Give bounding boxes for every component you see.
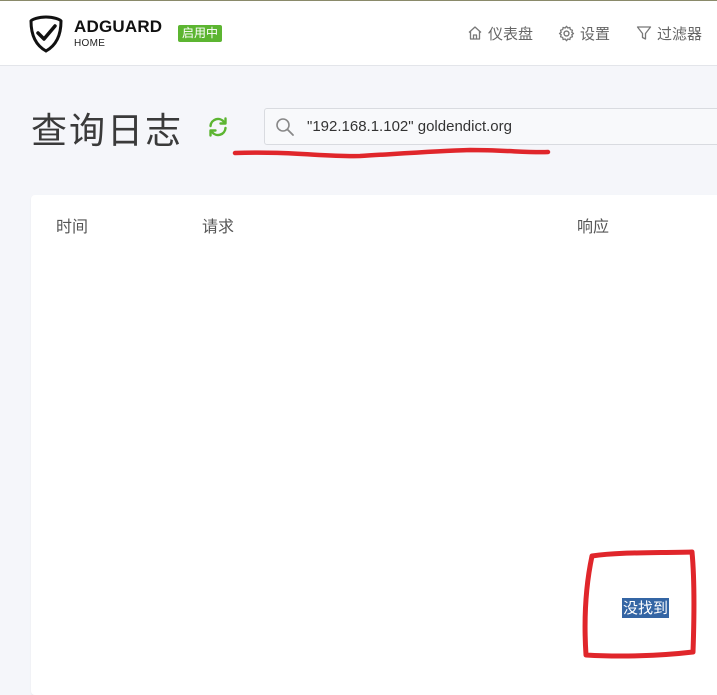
search-input[interactable] (307, 109, 707, 144)
refresh-icon[interactable] (206, 115, 230, 139)
nav-settings[interactable]: 设置 (558, 22, 610, 44)
nav-dashboard-label: 仪表盘 (488, 24, 534, 43)
annotation-box (582, 549, 697, 659)
column-header-response[interactable]: 响应 (577, 213, 609, 237)
brand-subtitle: HOME (74, 38, 106, 49)
nav-filters-label: 过滤器 (657, 24, 703, 43)
filter-icon (636, 26, 652, 40)
status-badge: 启用中 (178, 25, 223, 42)
annotation-underline (232, 147, 551, 159)
nav-settings-label: 设置 (580, 24, 611, 43)
home-icon (468, 26, 482, 40)
nav-dashboard[interactable]: 仪表盘 (467, 22, 533, 44)
brand-name[interactable]: ADGUARD (74, 17, 162, 37)
column-header-time[interactable]: 时间 (56, 213, 88, 237)
gear-icon (558, 25, 575, 41)
page-title: 查询日志 (31, 111, 184, 152)
column-header-request[interactable]: 请求 (202, 213, 234, 237)
top-navbar: ADGUARD HOME 启用中 仪表盘 设置 过滤器 (0, 0, 717, 66)
nav-filters[interactable]: 过滤器 (636, 22, 702, 44)
search-icon (276, 118, 294, 136)
adguard-shield-icon[interactable] (28, 15, 64, 53)
